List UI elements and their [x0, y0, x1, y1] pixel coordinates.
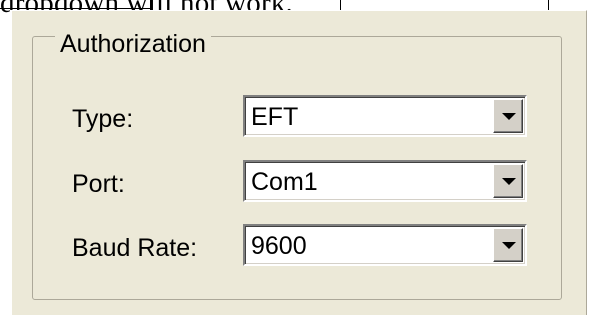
type-value: EFT — [251, 103, 299, 131]
document-underline — [0, 8, 152, 9]
baud-rate-value: 9600 — [251, 232, 307, 260]
chevron-down-icon — [502, 178, 516, 185]
chevron-down-icon — [502, 113, 516, 120]
baud-rate-dropdown[interactable]: 9600 — [243, 224, 527, 266]
type-dropdown-button[interactable] — [493, 99, 523, 133]
port-label: Port: — [72, 170, 125, 198]
port-value: Com1 — [251, 168, 318, 196]
authorization-legend: Authorization — [55, 31, 211, 57]
chevron-down-icon — [502, 242, 516, 249]
baud-rate-dropdown-button[interactable] — [493, 228, 523, 262]
port-dropdown-button[interactable] — [493, 164, 523, 198]
type-label: Type: — [72, 105, 134, 133]
type-dropdown[interactable]: EFT — [243, 95, 527, 137]
port-dropdown[interactable]: Com1 — [243, 160, 527, 202]
baud-rate-label: Baud Rate: — [72, 234, 198, 262]
